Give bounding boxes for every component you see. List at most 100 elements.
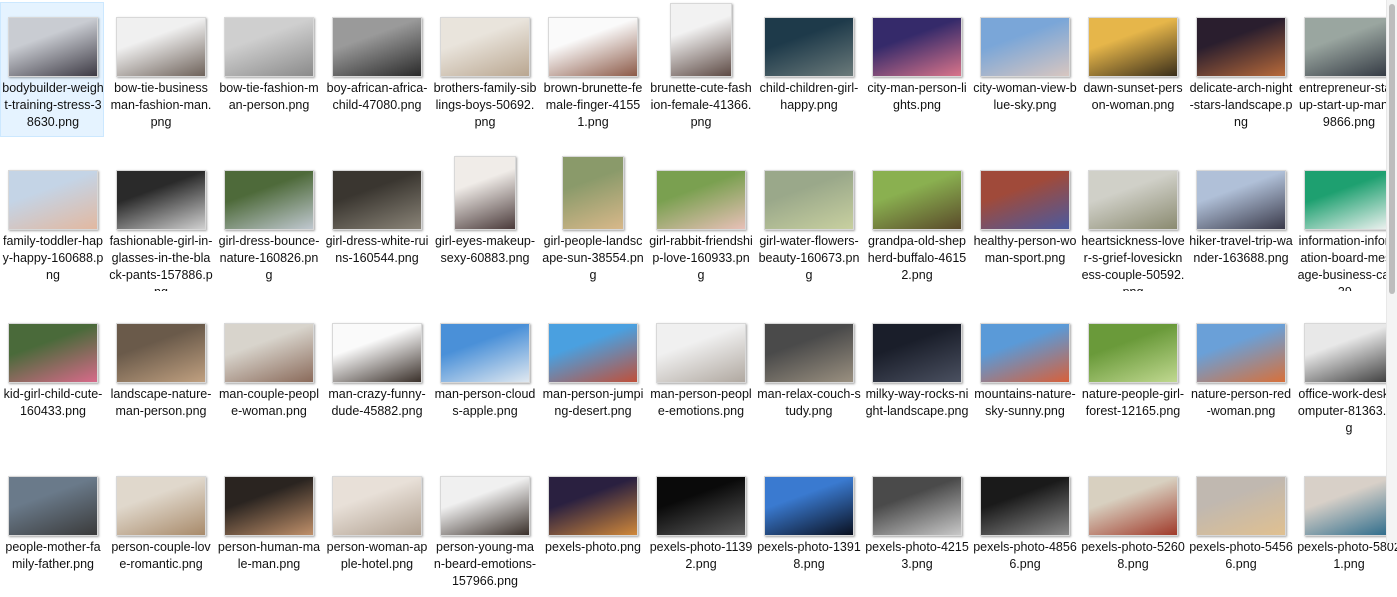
file-item[interactable]: child-children-girl-happy.png [756, 2, 860, 137]
file-item[interactable]: pexels-photo-13918.png [756, 461, 861, 596]
image-thumbnail [656, 476, 746, 536]
file-name-label: man-relax-couch-study.png [757, 387, 861, 418]
image-thumbnail [454, 156, 516, 230]
file-item[interactable]: person-young-man-beard-emotions-157966.p… [432, 461, 536, 596]
file-item[interactable]: entrepreneur-startup-start-up-man-39866.… [1296, 2, 1397, 137]
file-thumbnail-frame [433, 309, 537, 383]
file-item[interactable]: bow-tie-fashion-man-person.png [216, 2, 320, 137]
file-thumbnail-frame [325, 3, 429, 77]
file-thumbnail-frame [541, 3, 645, 77]
file-thumbnail-frame [217, 3, 321, 77]
file-name-label: person-woman-apple-hotel.png [326, 540, 428, 571]
file-item[interactable]: city-woman-view-blue-sky.png [972, 2, 1077, 137]
file-item[interactable]: brothers-family-siblings-boys-50692.png [432, 2, 536, 137]
file-item[interactable]: office-work-desk-computer-81363.png [1296, 308, 1397, 443]
file-thumbnail-frame [325, 156, 429, 230]
file-item[interactable]: bow-tie-businessman-fashion-man.png [108, 2, 212, 137]
file-name-label: child-children-girl-happy.png [759, 81, 859, 112]
file-thumbnail-frame [433, 3, 537, 77]
file-item[interactable]: boy-african-africa-child-47080.png [324, 2, 428, 137]
image-thumbnail [1304, 323, 1394, 383]
file-item[interactable]: dawn-sunset-person-woman.png [1080, 2, 1184, 137]
file-item[interactable]: girl-eyes-makeup-sexy-60883.png [432, 155, 536, 290]
file-name-label: bow-tie-fashion-man-person.png [219, 81, 319, 112]
image-thumbnail [764, 17, 854, 77]
file-thumbnail-frame [109, 309, 213, 383]
file-item[interactable]: man-person-clouds-apple.png [432, 308, 536, 443]
image-thumbnail [1088, 17, 1178, 77]
file-item[interactable]: girl-rabbit-friendship-love-160933.png [648, 155, 753, 290]
file-thumbnail-frame [649, 462, 753, 536]
file-item[interactable]: family-toddler-hapy-happy-160688.png [0, 155, 104, 290]
file-name-label: pexels-photo-42153.png [865, 540, 969, 571]
file-name-label: dawn-sunset-person-woman.png [1083, 81, 1183, 112]
file-item[interactable]: pexels-photo-11392.png [648, 461, 752, 596]
file-item[interactable]: pexels-photo-52608.png [1080, 461, 1185, 596]
file-item[interactable]: man-person-jumping-desert.png [540, 308, 644, 443]
file-name-label: girl-people-landscape-sun-38554.png [542, 234, 644, 282]
file-item[interactable]: man-person-people-emotions.png [648, 308, 752, 443]
file-name-label: pexels-photo-13918.png [757, 540, 861, 571]
file-item[interactable]: mountains-nature-sky-sunny.png [972, 308, 1076, 443]
file-thumbnail-frame [1189, 309, 1293, 383]
file-item[interactable]: person-couple-love-romantic.png [108, 461, 212, 596]
image-thumbnail [8, 323, 98, 383]
file-item[interactable]: person-human-male-man.png [216, 461, 320, 596]
file-item[interactable]: nature-people-girl-forest-12165.png [1080, 308, 1184, 443]
file-item[interactable]: landscape-nature-man-person.png [108, 308, 212, 443]
file-item[interactable]: people-mother-family-father.png [0, 461, 104, 596]
image-thumbnail [1196, 323, 1286, 383]
file-item[interactable]: nature-person-red-woman.png [1188, 308, 1292, 443]
image-thumbnail [1088, 170, 1178, 230]
file-item[interactable]: man-relax-couch-study.png [756, 308, 861, 443]
file-item[interactable]: delicate-arch-night-stars-landscape.png [1188, 2, 1292, 137]
image-thumbnail [764, 170, 854, 230]
image-thumbnail [440, 323, 530, 383]
file-item[interactable]: healthy-person-woman-sport.png [972, 155, 1076, 290]
file-item[interactable]: hiker-travel-trip-wander-163688.png [1188, 155, 1293, 290]
vertical-scrollbar[interactable] [1386, 0, 1397, 543]
file-item[interactable]: girl-people-landscape-sun-38554.png [540, 155, 644, 290]
file-item[interactable]: girl-water-flowers-beauty-160673.png [756, 155, 860, 290]
file-name-label: pexels-photo-52608.png [1081, 540, 1185, 571]
file-item[interactable]: pexels-photo.png [540, 461, 644, 596]
file-item[interactable]: man-couple-people-woman.png [216, 308, 320, 443]
image-thumbnail [224, 170, 314, 230]
file-item[interactable]: kid-girl-child-cute-160433.png [0, 308, 104, 443]
file-item[interactable]: fashionable-girl-in-glasses-in-the-black… [108, 155, 213, 291]
file-thumbnail-frame [325, 309, 429, 383]
file-item[interactable]: milky-way-rocks-night-landscape.png [864, 308, 968, 443]
file-name-label: heartsickness-lover-s-grief-lovesickness… [1081, 234, 1185, 291]
file-thumbnail-frame [1081, 462, 1185, 536]
file-name-label: person-young-man-beard-emotions-157966.p… [433, 540, 537, 588]
file-name-label: city-woman-view-blue-sky.png [973, 81, 1077, 112]
file-item[interactable]: heartsickness-lover-s-grief-lovesickness… [1080, 155, 1185, 291]
file-item[interactable]: man-crazy-funny-dude-45882.png [324, 308, 428, 443]
scrollbar-thumb[interactable] [1389, 4, 1395, 294]
file-item[interactable]: girl-dress-bounce-nature-160826.png [216, 155, 320, 290]
file-item[interactable]: pexels-photo-48566.png [972, 461, 1077, 596]
file-item[interactable]: information-information-board-message-bu… [1296, 155, 1397, 291]
file-item[interactable]: bodybuilder-weight-training-stress-38630… [0, 2, 104, 137]
image-thumbnail [872, 476, 962, 536]
file-item[interactable]: person-woman-apple-hotel.png [324, 461, 428, 596]
file-name-label: bow-tie-businessman-fashion-man.png [110, 81, 212, 129]
file-name-label: girl-rabbit-friendship-love-160933.png [649, 234, 753, 282]
file-item[interactable]: brown-brunette-female-finger-41551.png [540, 2, 644, 137]
file-item[interactable]: pexels-photo-58021.png [1296, 461, 1397, 596]
file-thumbnail-frame [217, 462, 321, 536]
image-thumbnail [8, 170, 98, 230]
file-item[interactable]: pexels-photo-42153.png [864, 461, 969, 596]
file-thumbnail-frame [109, 3, 213, 77]
file-item[interactable]: city-man-person-lights.png [864, 2, 968, 137]
image-thumbnail [440, 476, 530, 536]
file-name-label: pexels-photo-54566.png [1189, 540, 1293, 571]
file-name-label: delicate-arch-night-stars-landscape.png [1189, 81, 1293, 129]
file-item[interactable]: grandpa-old-shepherd-buffalo-46152.png [864, 155, 968, 290]
file-name-label: entrepreneur-startup-start-up-man-39866.… [1298, 81, 1397, 129]
file-item[interactable]: brunette-cute-fashion-female-41366.png [648, 2, 752, 137]
file-item[interactable]: girl-dress-white-ruins-160544.png [324, 155, 428, 290]
file-item[interactable]: pexels-photo-54566.png [1188, 461, 1293, 596]
file-name-label: man-person-jumping-desert.png [542, 387, 644, 418]
file-name-label: boy-african-africa-child-47080.png [326, 81, 428, 112]
